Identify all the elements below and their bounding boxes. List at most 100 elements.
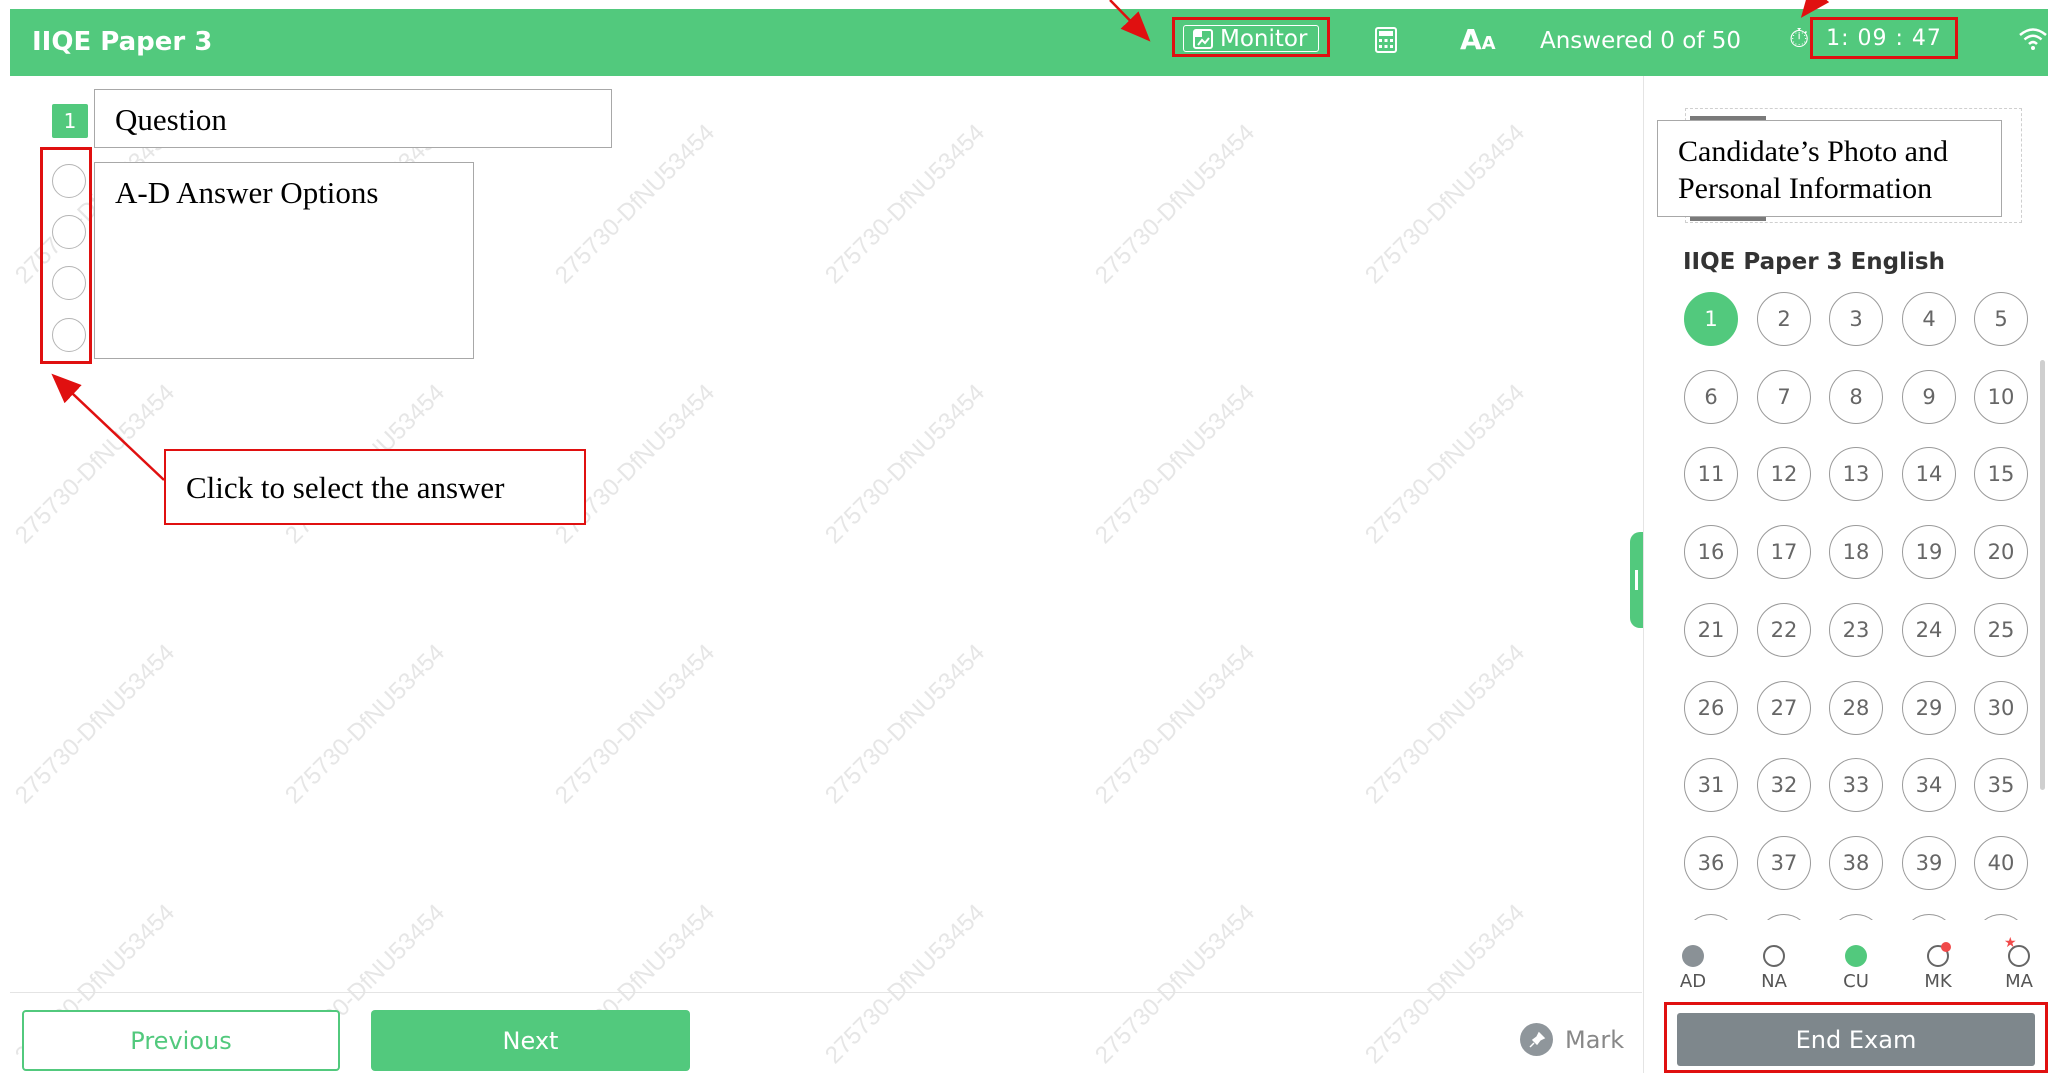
question-nav-38[interactable]: 38 xyxy=(1829,836,1883,890)
watermark-text: 275730-DfNU53454 xyxy=(280,639,451,810)
question-nav-33[interactable]: 33 xyxy=(1829,758,1883,812)
question-nav-9[interactable]: 9 xyxy=(1902,370,1956,424)
sidebar-toggle-tab[interactable] xyxy=(1630,532,1644,628)
question-nav-27[interactable]: 27 xyxy=(1757,681,1811,735)
empty-circle-icon xyxy=(1763,945,1785,967)
question-nav-40[interactable]: 40 xyxy=(1974,836,2028,890)
current-dot-icon xyxy=(1845,945,1867,967)
watermark-text: 275730-DfNU53454 xyxy=(820,379,991,550)
legend-not-answered: NA xyxy=(1749,945,1799,992)
marked-circle-icon xyxy=(1927,942,1951,967)
question-text-box: Question xyxy=(94,89,612,148)
footer-divider xyxy=(10,992,1642,993)
question-nav-35[interactable]: 35 xyxy=(1974,758,2028,812)
mark-button[interactable]: Mark xyxy=(1520,1023,1624,1056)
legend-label: MK xyxy=(1924,971,1952,992)
question-nav-19[interactable]: 19 xyxy=(1902,525,1956,579)
watermark-text: 275730-DfNU53454 xyxy=(820,119,991,290)
question-nav-7[interactable]: 7 xyxy=(1757,370,1811,424)
watermark-text: 275730-DfNU53454 xyxy=(1090,899,1261,1070)
question-nav-17[interactable]: 17 xyxy=(1757,525,1811,579)
question-nav-39[interactable]: 39 xyxy=(1902,836,1956,890)
question-nav-34[interactable]: 34 xyxy=(1902,758,1956,812)
mark-label: Mark xyxy=(1565,1025,1625,1054)
legend-label: CU xyxy=(1843,971,1869,992)
question-nav-16[interactable]: 16 xyxy=(1684,525,1738,579)
wifi-icon xyxy=(2018,27,2048,55)
question-nav-6[interactable]: 6 xyxy=(1684,370,1738,424)
question-nav-11[interactable]: 11 xyxy=(1684,447,1738,501)
question-nav-10[interactable]: 10 xyxy=(1974,370,2028,424)
question-nav-23[interactable]: 23 xyxy=(1829,603,1883,657)
font-size-icon[interactable]: AA xyxy=(1460,23,1496,56)
question-nav-28[interactable]: 28 xyxy=(1829,681,1883,735)
monitor-button[interactable]: Monitor xyxy=(1183,25,1319,52)
end-exam-button[interactable]: End Exam xyxy=(1677,1013,2035,1066)
question-nav-26[interactable]: 26 xyxy=(1684,681,1738,735)
question-nav-13[interactable]: 13 xyxy=(1829,447,1883,501)
watermark-text: 275730-DfNU53454 xyxy=(1090,639,1261,810)
answered-counter: Answered 0 of 50 xyxy=(1540,28,1741,54)
question-nav-43[interactable]: 43 xyxy=(1829,914,1883,920)
font-icon-small: A xyxy=(1481,33,1496,54)
select-answer-callout: Click to select the answer xyxy=(164,449,586,525)
question-nav-8[interactable]: 8 xyxy=(1829,370,1883,424)
stopwatch-icon: ⏱ xyxy=(1789,24,1810,54)
answer-radios-highlight xyxy=(40,147,92,364)
watermark-text: 275730-DfNU53454 xyxy=(1360,379,1531,550)
question-nav-15[interactable]: 15 xyxy=(1974,447,2028,501)
font-icon-large: A xyxy=(1460,23,1482,56)
question-nav-22[interactable]: 22 xyxy=(1757,603,1811,657)
watermark-text: 275730-DfNU53454 xyxy=(10,379,181,550)
sidebar-divider xyxy=(1643,76,1644,1073)
question-nav-12[interactable]: 12 xyxy=(1757,447,1811,501)
question-nav-31[interactable]: 31 xyxy=(1684,758,1738,812)
question-nav-14[interactable]: 14 xyxy=(1902,447,1956,501)
watermark-text: 275730-DfNU53454 xyxy=(10,639,181,810)
legend-label: AD xyxy=(1679,971,1707,992)
question-nav-41[interactable]: 41 xyxy=(1684,914,1738,920)
question-nav-44[interactable]: 44 xyxy=(1902,914,1956,920)
watermark-text: 275730-DfNU53454 xyxy=(1090,119,1261,290)
pin-icon xyxy=(1520,1023,1553,1056)
watermark-text: 275730-DfNU53454 xyxy=(820,639,991,810)
question-nav-1[interactable]: 1 xyxy=(1684,292,1738,346)
star-circle-icon: ★ xyxy=(2004,935,2030,967)
question-nav-32[interactable]: 32 xyxy=(1757,758,1811,812)
question-nav-36[interactable]: 36 xyxy=(1684,836,1738,890)
navigator-scrollbar[interactable] xyxy=(2040,360,2045,790)
question-nav-20[interactable]: 20 xyxy=(1974,525,2028,579)
watermark-text: 275730-DfNU53454 xyxy=(550,639,721,810)
legend-label: MA xyxy=(2005,971,2033,992)
watermark-text: 275730-DfNU53454 xyxy=(1090,379,1261,550)
question-nav-37[interactable]: 37 xyxy=(1757,836,1811,890)
question-nav-30[interactable]: 30 xyxy=(1974,681,2028,735)
monitor-highlight: Monitor xyxy=(1172,17,1330,57)
monitor-icon xyxy=(1193,28,1213,49)
question-nav-29[interactable]: 29 xyxy=(1902,681,1956,735)
question-nav-5[interactable]: 5 xyxy=(1974,292,2028,346)
question-nav-45[interactable]: 45 xyxy=(1974,914,2028,920)
next-button[interactable]: Next xyxy=(371,1010,690,1071)
previous-button[interactable]: Previous xyxy=(22,1010,340,1071)
callout-arrow xyxy=(51,373,165,481)
paper-label: IIQE Paper 3 English xyxy=(1683,249,1945,275)
legend-marked: MK xyxy=(1913,942,1963,992)
question-nav-18[interactable]: 18 xyxy=(1829,525,1883,579)
watermark-text: 275730-DfNU53454 xyxy=(820,899,991,1070)
question-nav-4[interactable]: 4 xyxy=(1902,292,1956,346)
calculator-icon[interactable] xyxy=(1375,27,1397,57)
question-nav-42[interactable]: 42 xyxy=(1757,914,1811,920)
question-nav-25[interactable]: 25 xyxy=(1974,603,2028,657)
question-number-badge: 1 xyxy=(52,104,88,138)
monitor-label: Monitor xyxy=(1220,25,1308,52)
question-nav-2[interactable]: 2 xyxy=(1757,292,1811,346)
candidate-info-callout: Candidate’s Photo and Personal Informati… xyxy=(1657,120,2002,217)
watermark-text: 275730-DfNU53454 xyxy=(1360,899,1531,1070)
watermark-text: 275730-DfNU53454 xyxy=(1360,639,1531,810)
question-nav-21[interactable]: 21 xyxy=(1684,603,1738,657)
question-navigator: 1 2 3 4 5 6 7 8 9 10 11 12 13 14 15 16 17 18 19 20 21 22 23 24 2… xyxy=(1684,292,2032,920)
question-nav-3[interactable]: 3 xyxy=(1829,292,1883,346)
question-nav-24[interactable]: 24 xyxy=(1902,603,1956,657)
legend-current: CU xyxy=(1831,945,1881,992)
